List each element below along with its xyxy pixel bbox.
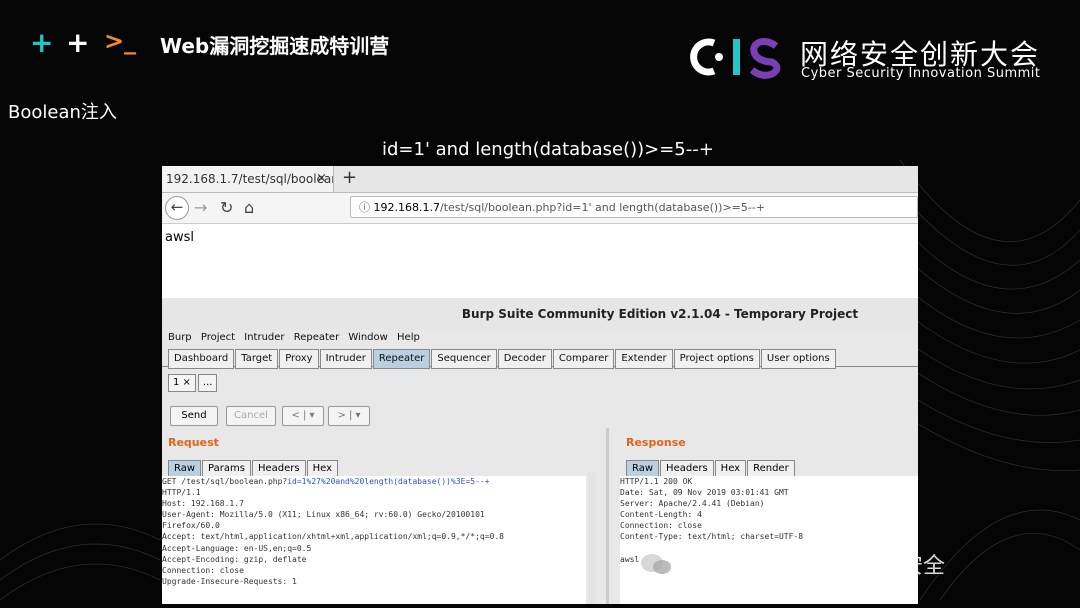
tab-repeater[interactable]: Repeater bbox=[372, 349, 431, 369]
request-line: GET /test/sql/boolean.php?id=1%27%20and%… bbox=[162, 476, 586, 487]
payload-caption: id=1' and length(database())>=5--+ bbox=[382, 139, 714, 160]
tab-extender[interactable]: Extender bbox=[615, 349, 673, 369]
browser-tab[interactable]: 192.168.1.7/test/sql/boolean × bbox=[162, 166, 334, 192]
back-arrow-icon[interactable]: ← bbox=[165, 196, 189, 220]
page-content: awsl bbox=[162, 224, 918, 298]
menu-item-burp[interactable]: Burp bbox=[168, 332, 192, 343]
request-header-line: HTTP/1.1 bbox=[162, 488, 201, 498]
embedded-screenshot: 192.168.1.7/test/sql/boolean × + ← → ↻ ⌂… bbox=[162, 166, 918, 604]
response-tabs: Raw Headers Hex Render bbox=[626, 456, 796, 478]
response-line: Connection: close bbox=[620, 521, 702, 531]
repeater-tab-more[interactable]: ... bbox=[197, 374, 218, 392]
burp-window-title: Burp Suite Community Edition v2.1.04 - T… bbox=[162, 298, 918, 330]
new-tab-button[interactable]: + bbox=[342, 166, 357, 190]
menu-item-help[interactable]: Help bbox=[397, 332, 420, 343]
browser-tab-bar: 192.168.1.7/test/sql/boolean × + bbox=[162, 166, 918, 193]
request-header-line: Upgrade-Insecure-Requests: 1 bbox=[162, 576, 297, 586]
request-tabs: Raw Params Headers Hex bbox=[168, 456, 339, 478]
burp-menu-bar: Burp Project Intruder Repeater Window He… bbox=[162, 330, 918, 346]
burp-main-tabs: Dashboard Target Proxy Intruder Repeater Sequ… bbox=[162, 346, 918, 369]
repeater-tab-1[interactable]: 1 × bbox=[168, 374, 196, 392]
pane-divider[interactable] bbox=[606, 428, 609, 604]
tab-dashboard[interactable]: Dashboard bbox=[168, 349, 235, 369]
wechat-icon bbox=[641, 554, 671, 574]
request-header-line: Connection: close bbox=[162, 565, 244, 575]
reload-icon[interactable]: ↻ bbox=[220, 197, 233, 219]
menu-item-repeater[interactable]: Repeater bbox=[294, 332, 339, 343]
request-editor[interactable]: GET /test/sql/boolean.php?id=1%27%20and%… bbox=[162, 476, 586, 604]
tab-comparer[interactable]: Comparer bbox=[552, 349, 615, 369]
response-label: Response bbox=[626, 436, 686, 449]
request-header-line: Accept: text/html,application/xhtml+xml,… bbox=[162, 532, 504, 542]
response-line: Server: Apache/2.4.41 (Debian) bbox=[620, 499, 765, 509]
request-header-line: Host: 192.168.1.7 bbox=[162, 499, 244, 509]
tab-proxy[interactable]: Proxy bbox=[279, 349, 319, 369]
previous-button[interactable]: < | ▾ bbox=[282, 406, 324, 426]
next-button[interactable]: > | ▾ bbox=[328, 406, 370, 426]
page-output-text: awsl bbox=[165, 230, 194, 245]
request-header-line: User-Agent: Mozilla/5.0 (X11; Linux x86_… bbox=[162, 510, 485, 520]
request-header-line: Accept-Encoding: gzip, deflate bbox=[162, 554, 307, 564]
request-param: id=1%27%20and%20length(database())%3E=5-… bbox=[287, 477, 490, 486]
tab-target[interactable]: Target bbox=[235, 349, 279, 369]
request-header-line: Accept-Language: en-US,en;q=0.5 bbox=[162, 543, 312, 553]
tab-project-options[interactable]: Project options bbox=[673, 349, 760, 369]
request-method-path: GET /test/sql/boolean.php? bbox=[162, 477, 288, 486]
response-line: HTTP/1.1 200 OK bbox=[620, 477, 693, 486]
tab-user-options[interactable]: User options bbox=[760, 349, 836, 369]
response-line: Date: Sat, 09 Nov 2019 03:01:41 GMT bbox=[620, 488, 789, 498]
cis-logo bbox=[690, 38, 781, 79]
url-bar[interactable]: ⓘ 192.168.1.7/test/sql/boolean.php?id=1'… bbox=[350, 196, 918, 218]
request-scrollbar[interactable] bbox=[588, 472, 596, 604]
close-icon[interactable]: × bbox=[316, 166, 327, 192]
repeater-subtabs: 1 ×... bbox=[162, 367, 918, 392]
menu-item-window[interactable]: Window bbox=[348, 332, 387, 343]
forward-arrow-icon[interactable]: → bbox=[194, 197, 207, 219]
browser-tab-title: 192.168.1.7/test/sql/boolean bbox=[166, 172, 334, 186]
browser-nav-bar: ← → ↻ ⌂ ⓘ 192.168.1.7/test/sql/boolean.p… bbox=[162, 193, 918, 224]
url-host: 192.168.1.7 bbox=[373, 201, 440, 214]
plus-icon: + bbox=[30, 26, 54, 59]
response-viewer[interactable]: HTTP/1.1 200 OK Date: Sat, 09 Nov 2019 03… bbox=[620, 476, 918, 604]
tab-intruder[interactable]: Intruder bbox=[319, 349, 372, 369]
slide-title: Web漏洞挖掘速成特训营 bbox=[160, 34, 390, 58]
url-path: /test/sql/boolean.php?id=1' and length(d… bbox=[439, 201, 766, 214]
logo-english-name: Cyber Security Innovation Summit bbox=[801, 66, 1041, 81]
home-icon[interactable]: ⌂ bbox=[244, 197, 254, 219]
tab-decoder[interactable]: Decoder bbox=[497, 349, 552, 369]
tab-sequencer[interactable]: Sequencer bbox=[431, 349, 497, 369]
menu-item-project[interactable]: Project bbox=[201, 332, 235, 343]
response-line: Content-Length: 4 bbox=[620, 510, 702, 520]
watermark-text: 公众号 · 计算机与网络安全 bbox=[682, 554, 945, 579]
info-icon[interactable]: ⓘ bbox=[359, 201, 370, 214]
plus-icon: + bbox=[66, 26, 90, 59]
send-button[interactable]: Send bbox=[170, 406, 218, 426]
response-line: Content-Type: text/html; charset=UTF-8 bbox=[620, 532, 804, 542]
menu-item-intruder[interactable]: Intruder bbox=[244, 332, 284, 343]
request-header-line: Firefox/60.0 bbox=[162, 521, 220, 531]
request-label: Request bbox=[168, 436, 219, 449]
terminal-prompt-icon: >_ bbox=[104, 27, 137, 55]
cancel-button[interactable]: Cancel bbox=[226, 406, 276, 426]
section-label: Boolean注入 bbox=[8, 102, 117, 123]
